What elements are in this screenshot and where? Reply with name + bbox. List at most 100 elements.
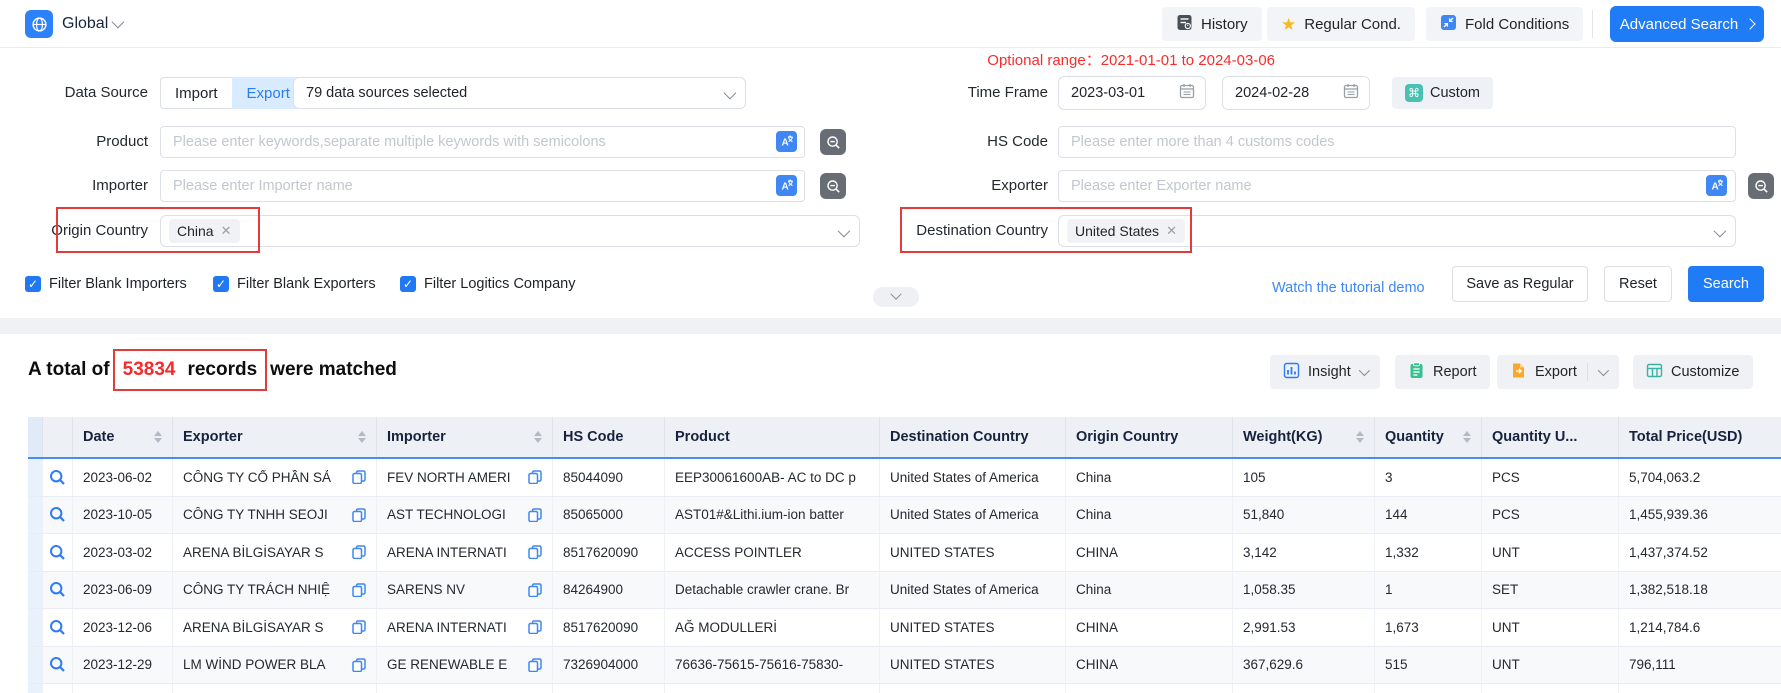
exporter-name[interactable]: ARENA BİLGİSAYAR S bbox=[183, 545, 324, 560]
export-button[interactable]: Export bbox=[1497, 355, 1619, 389]
advanced-search-button[interactable]: Advanced Search bbox=[1610, 6, 1764, 42]
copy-icon[interactable] bbox=[522, 583, 542, 597]
col-label: Date bbox=[83, 429, 114, 445]
copy-icon[interactable] bbox=[346, 470, 366, 484]
exclude-search-button[interactable] bbox=[1748, 173, 1774, 199]
product-input[interactable] bbox=[160, 126, 805, 158]
cell-importer[interactable]: ARENA INTERNATI bbox=[377, 609, 553, 646]
importer-name[interactable]: ARENA INTERNATI bbox=[387, 545, 507, 560]
cell-importer[interactable]: GE RENEWABLE E bbox=[377, 647, 553, 684]
row-select-strip[interactable] bbox=[28, 647, 43, 684]
history-button[interactable]: History bbox=[1162, 7, 1262, 41]
import-toggle-button[interactable]: Import bbox=[160, 77, 232, 109]
custom-range-button[interactable]: ⌘ Custom bbox=[1392, 77, 1493, 109]
translate-icon[interactable]: A bbox=[776, 131, 797, 152]
row-select-strip[interactable] bbox=[28, 572, 43, 609]
col-header-quantity[interactable]: Quantity bbox=[1375, 417, 1482, 457]
origin-country-select[interactable]: China ✕ bbox=[160, 215, 860, 247]
copy-icon[interactable] bbox=[346, 508, 366, 522]
col-header-exporter[interactable]: Exporter bbox=[173, 417, 377, 457]
data-sources-select[interactable]: 79 data sources selected bbox=[293, 77, 746, 109]
cell-exporter[interactable]: ARENA BİLGİSAYAR S bbox=[173, 609, 377, 646]
exporter-name[interactable]: ARENA BİLGİSAYAR S bbox=[183, 620, 324, 635]
regular-cond-button[interactable]: ★ Regular Cond. bbox=[1267, 7, 1415, 41]
sort-icon[interactable] bbox=[534, 431, 542, 443]
filter-blank-exporters-checkbox[interactable]: ✓ Filter Blank Exporters bbox=[213, 276, 376, 292]
view-detail-magnifier-icon[interactable] bbox=[49, 619, 66, 636]
sort-icon[interactable] bbox=[358, 431, 366, 443]
collapse-form-button[interactable] bbox=[873, 287, 919, 307]
row-select-strip[interactable] bbox=[28, 684, 43, 693]
sort-icon[interactable] bbox=[1463, 431, 1471, 443]
importer-name[interactable]: AST TECHNOLOGI bbox=[387, 507, 506, 522]
sort-icon[interactable] bbox=[1356, 431, 1364, 443]
view-detail-magnifier-icon[interactable] bbox=[49, 506, 66, 523]
customize-button[interactable]: Customize bbox=[1633, 355, 1753, 389]
cell-exporter[interactable]: LM WİND POWER BLA bbox=[173, 647, 377, 684]
exporter-name[interactable]: CÔNG TY TNHH SEOJI bbox=[183, 507, 328, 522]
cell-importer[interactable]: SARENS NV bbox=[377, 572, 553, 609]
copy-icon[interactable] bbox=[522, 508, 542, 522]
insight-button[interactable]: Insight bbox=[1270, 355, 1380, 389]
cell-importer[interactable]: AST TECHNOLOGI bbox=[377, 497, 553, 534]
globe-logo-icon[interactable] bbox=[25, 10, 53, 38]
row-select-strip[interactable] bbox=[28, 497, 43, 534]
copy-icon[interactable] bbox=[346, 620, 366, 634]
filter-logitics-company-checkbox[interactable]: ✓ Filter Logitics Company bbox=[400, 276, 576, 292]
copy-icon[interactable] bbox=[522, 545, 542, 559]
importer-name[interactable]: FEV NORTH AMERI bbox=[387, 470, 511, 485]
cell-exporter[interactable]: ARENA BİLGİSAYAR S bbox=[173, 534, 377, 571]
view-detail-magnifier-icon[interactable] bbox=[49, 469, 66, 486]
row-select-strip[interactable] bbox=[28, 459, 43, 496]
col-header-weight[interactable]: Weight(KG) bbox=[1233, 417, 1375, 457]
copy-icon[interactable] bbox=[522, 470, 542, 484]
view-detail-magnifier-icon[interactable] bbox=[49, 544, 66, 561]
region-selector-label[interactable]: Global bbox=[62, 0, 108, 48]
cell-exporter[interactable]: CÔNG TY TNHH SEOJI bbox=[173, 497, 377, 534]
copy-icon[interactable] bbox=[522, 658, 542, 672]
exporter-name[interactable]: CÔNG TY CỔ PHẦN SẢ bbox=[183, 470, 331, 485]
filter-blank-importers-checkbox[interactable]: ✓ Filter Blank Importers bbox=[25, 276, 187, 292]
hs-code-input[interactable] bbox=[1058, 126, 1736, 158]
report-button[interactable]: Report bbox=[1395, 355, 1490, 389]
remove-tag-icon[interactable]: ✕ bbox=[221, 223, 232, 239]
exporter-name[interactable]: CÔNG TY TRÁCH NHIỆ bbox=[183, 582, 330, 597]
exclude-search-button[interactable] bbox=[820, 129, 846, 155]
search-button[interactable]: Search bbox=[1688, 266, 1764, 302]
copy-icon[interactable] bbox=[346, 658, 366, 672]
copy-icon[interactable] bbox=[346, 583, 366, 597]
view-detail-magnifier-icon[interactable] bbox=[49, 581, 66, 598]
fold-conditions-button[interactable]: Fold Conditions bbox=[1426, 7, 1583, 41]
translate-icon[interactable]: A bbox=[1706, 175, 1727, 196]
end-date-input[interactable]: 2024-02-28 bbox=[1222, 76, 1370, 110]
col-header-importer[interactable]: Importer bbox=[377, 417, 553, 457]
destination-country-select[interactable]: United States ✕ bbox=[1058, 215, 1736, 247]
reset-button[interactable]: Reset bbox=[1604, 266, 1672, 302]
exporter-input[interactable] bbox=[1058, 170, 1736, 202]
exclude-search-button[interactable] bbox=[820, 173, 846, 199]
translate-icon[interactable]: A bbox=[776, 175, 797, 196]
importer-input[interactable] bbox=[160, 170, 805, 202]
cell-importer[interactable]: FEV NORTH AMERI bbox=[377, 459, 553, 496]
save-as-regular-button[interactable]: Save as Regular bbox=[1452, 266, 1588, 302]
start-date-input[interactable]: 2023-03-01 bbox=[1058, 76, 1206, 110]
importer-name[interactable]: GE RENEWABLE E bbox=[387, 657, 507, 672]
remove-tag-icon[interactable]: ✕ bbox=[1166, 223, 1177, 239]
cell-importer[interactable]: ARENA INTERNATI bbox=[377, 534, 553, 571]
region-chevron-down-icon[interactable] bbox=[112, 16, 125, 29]
copy-icon[interactable] bbox=[522, 620, 542, 634]
col-header-date[interactable]: Date bbox=[73, 417, 173, 457]
row-select-strip[interactable] bbox=[28, 534, 43, 571]
importer-name[interactable]: ARENA INTERNATI bbox=[387, 620, 507, 635]
cell-hs-code: 7326904000 bbox=[553, 647, 665, 684]
chevron-down-icon[interactable] bbox=[1598, 365, 1609, 376]
row-select-strip[interactable] bbox=[28, 609, 43, 646]
cell-exporter[interactable]: CÔNG TY TRÁCH NHIỆ bbox=[173, 572, 377, 609]
sort-icon[interactable] bbox=[154, 431, 162, 443]
importer-name[interactable]: SARENS NV bbox=[387, 582, 465, 597]
view-detail-magnifier-icon[interactable] bbox=[49, 656, 66, 673]
cell-exporter[interactable]: CÔNG TY CỔ PHẦN SẢ bbox=[173, 459, 377, 496]
exporter-name[interactable]: LM WİND POWER BLA bbox=[183, 657, 326, 672]
tutorial-link[interactable]: Watch the tutorial demo bbox=[1272, 280, 1425, 296]
copy-icon[interactable] bbox=[346, 545, 366, 559]
